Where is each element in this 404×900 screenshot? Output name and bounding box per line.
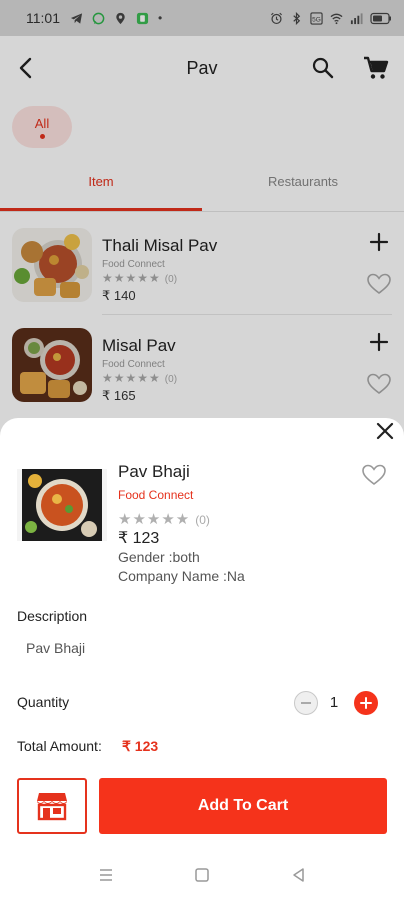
sheet-gender: Gender :both [118,549,200,565]
minus-icon [301,702,311,704]
sheet-restaurant: Food Connect [118,488,194,502]
add-to-cart-button[interactable]: Add To Cart [99,778,387,834]
home-nav-icon[interactable] [193,866,211,884]
favorite-heart-icon[interactable] [361,463,387,487]
quantity-value: 1 [329,694,339,711]
sheet-rating: ★★★★★ (0) [118,510,210,528]
store-icon [37,793,67,821]
rating-stars: ★★★★★ [118,511,191,528]
menu-nav-icon[interactable] [97,866,115,884]
product-detail-sheet: Pav Bhaji Food Connect ★★★★★ (0) ₹ 123 Ge… [0,418,404,900]
quantity-label: Quantity [17,694,70,710]
close-icon[interactable] [374,420,396,442]
back-nav-icon[interactable] [290,866,308,884]
quantity-decrement-button[interactable] [294,691,318,715]
store-button[interactable] [17,778,87,834]
total-amount-label: Total Amount: [17,738,102,754]
quantity-increment-button[interactable] [354,691,378,715]
plus-icon [360,697,372,709]
sheet-product-name: Pav Bhaji [118,462,190,481]
sheet-company: Company Name :Na [118,568,245,584]
rating-count: (0) [195,513,210,527]
system-nav-bar [0,864,404,892]
sheet-price: ₹ 123 [118,530,160,547]
sheet-product-image [17,469,107,541]
total-amount-value: ₹ 123 [122,738,159,754]
description-label: Description [17,608,88,624]
description-text: Pav Bhaji [26,640,86,656]
